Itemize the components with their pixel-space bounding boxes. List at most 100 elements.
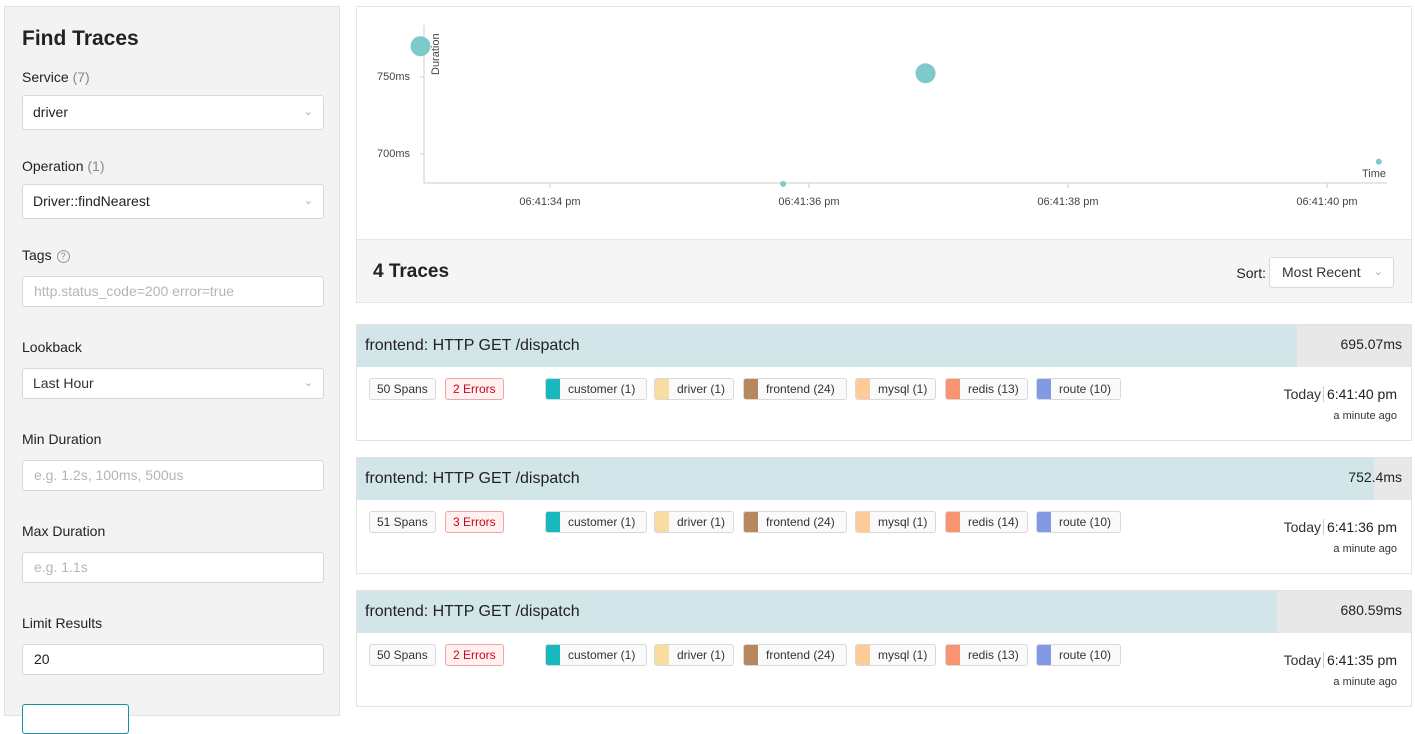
service-tag-label: frontend (24) bbox=[766, 382, 835, 396]
service-tag: frontend (24) bbox=[743, 378, 847, 400]
service-tag: customer (1) bbox=[545, 644, 647, 666]
sort-label: Sort: bbox=[1236, 265, 1266, 281]
service-color-swatch bbox=[946, 512, 960, 532]
service-tag: route (10) bbox=[1036, 644, 1121, 666]
trace-relative-time: a minute ago bbox=[1333, 543, 1397, 555]
service-tag: driver (1) bbox=[654, 644, 734, 666]
trace-header[interactable]: frontend: HTTP GET /dispatch 695.07ms bbox=[357, 325, 1411, 367]
service-tag: driver (1) bbox=[654, 511, 734, 533]
limit-label: Limit Results bbox=[22, 615, 103, 631]
sort-select[interactable]: Most Recent ⌄ bbox=[1269, 257, 1394, 288]
trace-header[interactable]: frontend: HTTP GET /dispatch 680.59ms bbox=[357, 591, 1411, 633]
y-tick-label: 750ms bbox=[377, 71, 411, 83]
operation-select[interactable]: Driver::findNearest ⌄ bbox=[22, 184, 324, 219]
trace-title[interactable]: frontend: HTTP GET /dispatch bbox=[365, 470, 580, 488]
service-tag-label: route (10) bbox=[1059, 648, 1112, 662]
service-tag-label: redis (13) bbox=[968, 382, 1019, 396]
max-duration-input[interactable]: e.g. 1.1s bbox=[22, 552, 324, 583]
lookback-label: Lookback bbox=[22, 339, 82, 355]
service-color-swatch bbox=[744, 645, 758, 665]
service-tag-label: redis (14) bbox=[968, 515, 1019, 529]
trace-day: Today bbox=[1283, 519, 1321, 535]
service-tag-label: driver (1) bbox=[677, 648, 726, 662]
service-tag: redis (13) bbox=[945, 378, 1028, 400]
data-point bbox=[410, 36, 431, 57]
x-axis-label: Time bbox=[1362, 168, 1386, 180]
scatter-svg: 700ms 750ms 06:41:34 pm 06:41:36 pm 06:41:38… bbox=[377, 25, 1387, 208]
trace-body: 51 Spans 3 Errors customer (1) driver (1)… bbox=[357, 500, 1411, 574]
trace-duration: 695.07ms bbox=[1340, 336, 1402, 352]
trace-relative-time: a minute ago bbox=[1333, 676, 1397, 688]
service-tag-label: driver (1) bbox=[677, 382, 726, 396]
tags-label: Tags? bbox=[22, 247, 70, 263]
service-color-swatch bbox=[744, 512, 758, 532]
service-tag-label: customer (1) bbox=[568, 515, 636, 529]
trace-header[interactable]: frontend: HTTP GET /dispatch 752.4ms bbox=[357, 458, 1411, 500]
service-tag: route (10) bbox=[1036, 378, 1121, 400]
chevron-down-icon: ⌄ bbox=[303, 106, 313, 118]
help-icon[interactable]: ? bbox=[56, 250, 70, 263]
trace-item[interactable]: frontend: HTTP GET /dispatch 695.07ms 50… bbox=[356, 324, 1412, 441]
service-tag-label: mysql (1) bbox=[878, 382, 928, 396]
service-tag: redis (13) bbox=[945, 644, 1028, 666]
data-point bbox=[915, 63, 936, 84]
trace-item[interactable]: frontend: HTTP GET /dispatch 680.59ms 50… bbox=[356, 590, 1412, 707]
x-tick-label: 06:41:34 pm bbox=[519, 196, 580, 208]
span-count-badge: 51 Spans bbox=[369, 511, 436, 533]
trace-time: 6:41:35 pm bbox=[1326, 652, 1397, 668]
y-axis-label: Duration bbox=[430, 33, 442, 75]
service-color-swatch bbox=[546, 512, 560, 532]
service-tag-label: frontend (24) bbox=[766, 515, 835, 529]
trace-day: Today bbox=[1283, 386, 1321, 402]
service-tag: customer (1) bbox=[545, 378, 647, 400]
chevron-down-icon: ⌄ bbox=[1373, 266, 1383, 278]
service-tag: route (10) bbox=[1036, 511, 1121, 533]
service-tag: customer (1) bbox=[545, 511, 647, 533]
x-tick-label: 06:41:40 pm bbox=[1296, 196, 1357, 208]
trace-item[interactable]: frontend: HTTP GET /dispatch 752.4ms 51 … bbox=[356, 457, 1412, 574]
limit-input[interactable]: 20 bbox=[22, 644, 324, 675]
service-color-swatch bbox=[946, 379, 960, 399]
trace-title[interactable]: frontend: HTTP GET /dispatch bbox=[365, 603, 580, 621]
service-color-swatch bbox=[856, 379, 870, 399]
trace-body: 50 Spans 2 Errors customer (1) driver (1)… bbox=[357, 633, 1411, 707]
trace-relative-time: a minute ago bbox=[1333, 410, 1397, 422]
trace-time: 6:41:36 pm bbox=[1326, 519, 1397, 535]
span-count-badge: 50 Spans bbox=[369, 378, 436, 400]
service-color-swatch bbox=[946, 645, 960, 665]
service-tag: redis (14) bbox=[945, 511, 1028, 533]
service-tag: frontend (24) bbox=[743, 644, 847, 666]
service-tag: driver (1) bbox=[654, 378, 734, 400]
chevron-down-icon: ⌄ bbox=[303, 377, 313, 389]
data-point bbox=[780, 180, 787, 187]
service-color-swatch bbox=[1037, 645, 1051, 665]
min-duration-label: Min Duration bbox=[22, 431, 102, 447]
x-tick-label: 06:41:36 pm bbox=[778, 196, 839, 208]
span-count-badge: 50 Spans bbox=[369, 644, 436, 666]
service-tag-label: route (10) bbox=[1059, 515, 1112, 529]
service-color-swatch bbox=[655, 645, 669, 665]
service-tag: mysql (1) bbox=[855, 511, 936, 533]
trace-time: 6:41:40 pm bbox=[1326, 386, 1397, 402]
error-count-badge: 2 Errors bbox=[445, 644, 504, 666]
service-color-swatch bbox=[744, 379, 758, 399]
service-label: Service (7) bbox=[22, 69, 90, 85]
service-tag-label: customer (1) bbox=[568, 382, 636, 396]
divider bbox=[1323, 519, 1324, 535]
service-tag-label: customer (1) bbox=[568, 648, 636, 662]
service-color-swatch bbox=[856, 512, 870, 532]
service-tag-label: frontend (24) bbox=[766, 648, 835, 662]
service-tag-label: mysql (1) bbox=[878, 515, 928, 529]
min-duration-input[interactable]: e.g. 1.2s, 100ms, 500us bbox=[22, 460, 324, 491]
service-color-swatch bbox=[1037, 512, 1051, 532]
lookback-select[interactable]: Last Hour ⌄ bbox=[22, 368, 324, 399]
service-color-swatch bbox=[546, 379, 560, 399]
operation-label: Operation (1) bbox=[22, 158, 105, 174]
service-select[interactable]: driver ⌄ bbox=[22, 95, 324, 130]
service-tag-label: route (10) bbox=[1059, 382, 1112, 396]
error-count-badge: 3 Errors bbox=[445, 511, 504, 533]
service-tag-label: mysql (1) bbox=[878, 648, 928, 662]
tags-input[interactable]: http.status_code=200 error=true bbox=[22, 276, 324, 307]
trace-title[interactable]: frontend: HTTP GET /dispatch bbox=[365, 337, 580, 355]
divider bbox=[1323, 386, 1324, 402]
